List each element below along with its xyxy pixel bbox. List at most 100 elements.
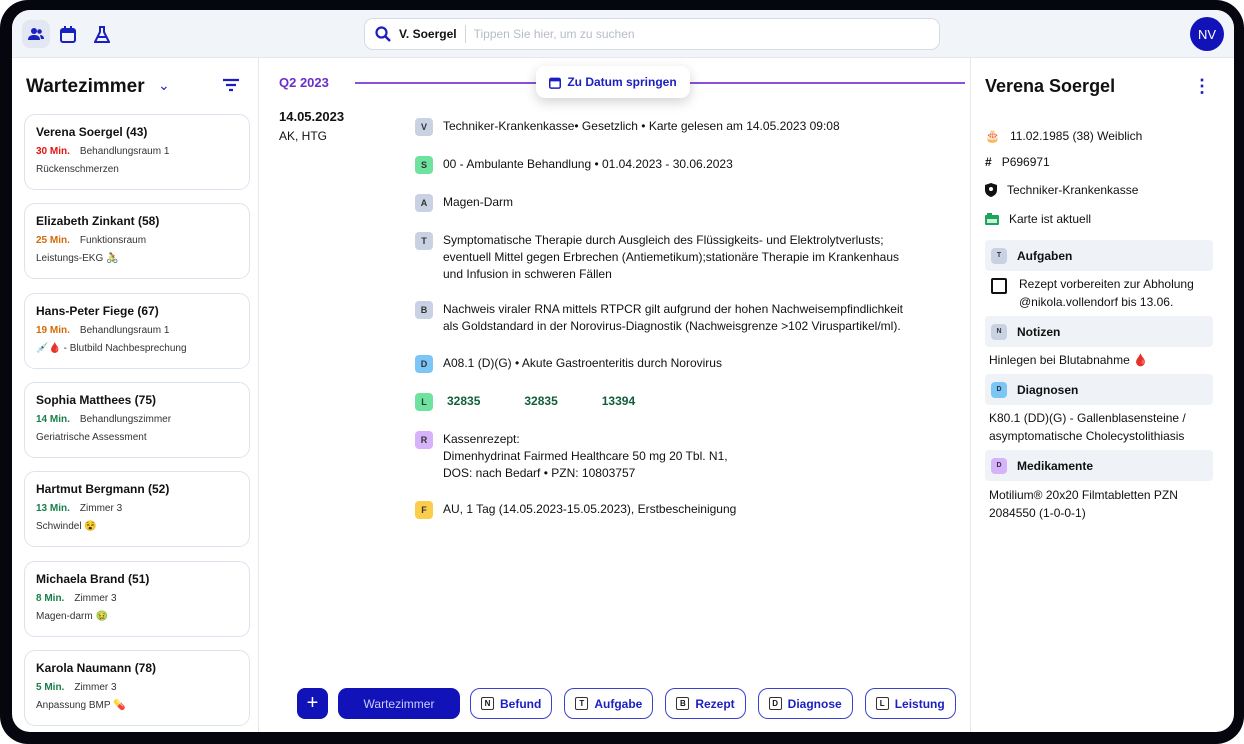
search-input[interactable]: Tippen Sie hier, um zu suchen [474, 27, 635, 41]
waiting-patient-card[interactable]: Michaela Brand (51) 8 Min. Zimmer 3 Magen… [24, 560, 250, 637]
diagnoses-title: Diagnosen [1017, 382, 1079, 397]
patients-icon[interactable] [22, 20, 50, 48]
birth-info: 🎂 11.02.1985 (38) Weiblich [985, 129, 1142, 143]
wait-time: 5 Min. [36, 681, 65, 693]
shortcut-key: N [481, 697, 494, 710]
waiting-room-title[interactable]: Wartezimmer [26, 76, 145, 98]
shortcut-key: B [676, 697, 690, 710]
calendar-icon[interactable] [54, 20, 82, 48]
entry-text: Nachweis viraler RNA mittels RTPCR gilt … [443, 302, 903, 333]
search-bar[interactable]: V. Soergel Tippen Sie hier, um zu suchen [364, 18, 940, 50]
shield-icon [985, 183, 997, 197]
timeline-entry[interactable]: D A08.1 (D)(G) • Akute Gastroenteritis du… [415, 355, 722, 373]
search-divider [464, 25, 466, 43]
entry-text: A08.1 (D)(G) • Akute Gastroenteritis dur… [443, 356, 722, 370]
entry-text: Symptomatische Therapie durch Ausgleich … [443, 233, 900, 281]
entry-text: AU, 1 Tag (14.05.2023-15.05.2023), Erstb… [443, 502, 737, 516]
patient-id-info: # P696971 [985, 155, 1050, 169]
jump-to-date-button[interactable]: Zu Datum springen [536, 66, 690, 98]
waiting-patient-card[interactable]: Hans-Peter Fiege (67) 19 Min. Behandlungs… [24, 292, 250, 369]
task-text: Rezept vorbereiten zur Abholung @nikola.… [1019, 277, 1194, 309]
lab-flask-icon[interactable] [88, 20, 116, 48]
wait-time: 19 Min. [36, 324, 70, 336]
service-code[interactable]: 32835 [447, 394, 480, 408]
filter-icon[interactable] [222, 78, 240, 92]
shortcut-key: D [768, 697, 782, 710]
insurance-name: Techniker-Krankenkasse [1007, 183, 1139, 197]
wait-time: 14 Min. [36, 413, 70, 425]
visit-reason: 💉🩸 - Blutbild Nachbesprechung [36, 342, 187, 354]
medications-section-header: D Medikamente [985, 450, 1213, 481]
entry-text: Techniker-Krankenkasse• Gesetzlich • Kar… [443, 119, 840, 133]
patient-name: Michaela Brand (51) [36, 571, 150, 586]
note-text: Hinlegen bei Blutabnahme 🩸 [989, 353, 1149, 367]
task-checkbox[interactable] [991, 278, 1007, 294]
add-aufgabe-button[interactable]: T Aufgabe [564, 688, 654, 719]
diagnosis-text: K80.1 (DD)(G) - Gallenblasensteine / asy… [989, 411, 1186, 443]
timeline-entry[interactable]: R Kassenrezept: Dimenhydrinat Fairmed Hea… [415, 431, 728, 482]
entry-type-badge: D [415, 355, 433, 373]
user-avatar[interactable]: NV [1190, 17, 1224, 51]
diagnoses-section-header: D Diagnosen [985, 374, 1213, 405]
add-diagnose-button[interactable]: D Diagnose [757, 688, 853, 719]
waiting-patient-card[interactable]: Elizabeth Zinkant (58) 25 Min. Funktionsr… [24, 203, 250, 280]
entry-text: Kassenrezept: Dimenhydrinat Fairmed Heal… [443, 432, 728, 480]
waiting-patient-card[interactable]: Hartmut Bergmann (52) 13 Min. Zimmer 3 Sc… [24, 471, 250, 548]
add-rezept-button[interactable]: B Rezept [665, 688, 746, 719]
room: Behandlungsraum 1 [79, 146, 170, 157]
waiting-patient-card[interactable]: Verena Soergel (43) 30 Min. Behandlungsra… [24, 114, 250, 190]
patient-name: Sophia Matthees (75) [36, 392, 157, 407]
medications-title: Medikamente [1017, 458, 1094, 473]
visit-reason: Magen-darm 🤢 [36, 610, 108, 622]
patient-name: Verena Soergel [985, 76, 1116, 96]
patient-name: Hartmut Bergmann (52) [36, 482, 170, 497]
add-button[interactable]: + [297, 688, 328, 719]
entry-type-badge: R [415, 431, 433, 449]
medication-badge: D [991, 457, 1007, 474]
button-label: Rezept [695, 696, 735, 711]
entry-text: Magen-Darm [443, 195, 514, 209]
button-label: Leistung [894, 696, 945, 711]
service-code[interactable]: 13394 [602, 394, 635, 408]
timeline-entry[interactable]: T Symptomatische Therapie durch Ausgleich… [415, 232, 899, 283]
entry-text: 00 - Ambulante Behandlung • 01.04.2023 -… [443, 157, 733, 171]
visit-reason: Schwindel 😵 [36, 521, 97, 533]
search-icon [375, 26, 391, 42]
timeline-entry[interactable]: S 00 - Ambulante Behandlung • 01.04.2023 … [415, 156, 733, 174]
timeline-entry[interactable]: F AU, 1 Tag (14.05.2023-15.05.2023), Erst… [415, 501, 736, 519]
timeline-entry[interactable]: L 32835 32835 13394 [415, 393, 679, 411]
add-leistung-button[interactable]: L Leistung [864, 688, 956, 719]
timeline-entry[interactable]: B Nachweis viraler RNA mittels RTPCR gilt… [415, 301, 903, 335]
search-query-chip[interactable]: V. Soergel [399, 27, 457, 41]
room: Funktionsraum [79, 235, 147, 247]
card-ok-icon [985, 213, 999, 225]
waiting-room-button[interactable]: Wartezimmer [338, 688, 460, 719]
entry-type-badge: S [415, 156, 433, 174]
add-befund-button[interactable]: N Befund [470, 688, 553, 719]
visit-reason: Rückenschmerzen [36, 164, 119, 175]
service-code[interactable]: 32835 [524, 394, 557, 408]
entry-authors: AK, HTG [279, 129, 328, 143]
app-window: V. Soergel Tippen Sie hier, um zu suchen… [12, 10, 1234, 732]
hash-icon: # [985, 155, 992, 169]
entry-type-badge: T [415, 232, 433, 250]
entry-date: 14.05.2023 [279, 109, 345, 124]
timeline-entry[interactable]: V Techniker-Krankenkasse• Gesetzlich • Ka… [415, 118, 840, 136]
more-options-icon[interactable]: ⋮ [1193, 76, 1211, 97]
timeline-entry[interactable]: A Magen-Darm [415, 194, 513, 212]
entry-type-badge: B [415, 301, 433, 319]
patient-name: Elizabeth Zinkant (58) [36, 214, 160, 229]
notes-section-header: N Notizen [985, 316, 1213, 347]
timeline-panel: Q2 2023 Zu Datum springen 14.05.2023 AK,… [260, 58, 970, 732]
visit-reason: Geriatrische Assessment [36, 431, 147, 443]
chevron-down-icon[interactable]: ⌄ [158, 77, 170, 94]
wait-time: 13 Min. [36, 503, 70, 515]
waiting-patient-card[interactable]: Karola Naumann (78) 5 Min. Zimmer 3 Anpas… [24, 649, 250, 726]
entry-type-badge: F [415, 501, 433, 519]
wait-time: 8 Min. [36, 592, 65, 604]
quarter-label: Q2 2023 [279, 75, 329, 90]
room: Zimmer 3 [79, 503, 123, 515]
waiting-patient-card[interactable]: Sophia Matthees (75) 14 Min. Behandlungsz… [24, 381, 250, 458]
room: Zimmer 3 [74, 681, 117, 693]
patient-name: Verena Soergel (43) [36, 125, 148, 139]
